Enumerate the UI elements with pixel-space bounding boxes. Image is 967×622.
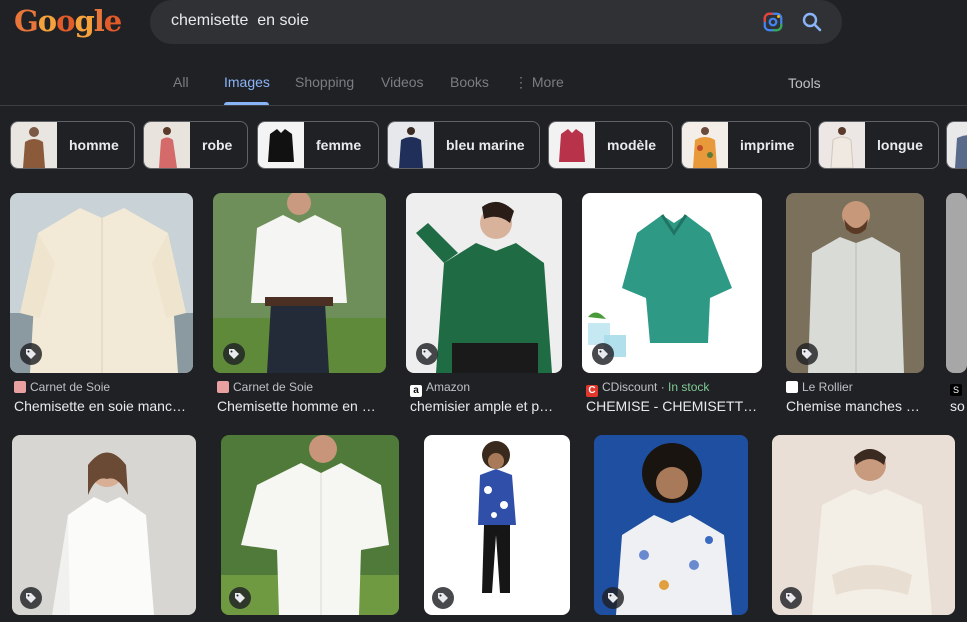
chip-label: homme (69, 137, 119, 153)
stock-status: In stock (668, 380, 710, 394)
chip-thumbnail (682, 122, 728, 168)
source-name: Carnet de Soie (233, 380, 314, 394)
source-favicon-icon: C (586, 385, 598, 397)
result-title[interactable]: Chemise manches … (786, 398, 922, 414)
chip-thumbnail (947, 122, 967, 168)
result-source[interactable]: Le Rollier (786, 380, 853, 394)
chip-robe[interactable]: robe (143, 121, 248, 169)
search-tabs: All Images Shopping Videos Books ⋮ More … (0, 72, 967, 106)
chip-thumbnail (258, 122, 304, 168)
chip-label: imprime (740, 137, 795, 153)
price-tag-icon (416, 343, 438, 365)
chip-femme[interactable]: femme (257, 121, 379, 169)
search-input[interactable]: chemisette en soie (171, 12, 309, 30)
tab-all[interactable]: All (173, 74, 189, 90)
price-tag-icon (20, 587, 42, 609)
chip-label: longue (877, 137, 923, 153)
more-vert-icon: ⋮ (514, 74, 532, 90)
source-name: Le Rollier (802, 380, 853, 394)
result-title[interactable]: chemisier ample et p… (410, 398, 562, 414)
price-tag-icon (229, 587, 251, 609)
source-favicon-icon (217, 381, 229, 393)
google-logo[interactable]: Google (14, 4, 122, 38)
tab-books[interactable]: Books (450, 74, 489, 90)
price-tag-icon (780, 587, 802, 609)
logo-letter: o (56, 4, 75, 38)
chip-thumbnail (819, 122, 865, 168)
result-image[interactable] (221, 435, 399, 615)
chip-longue[interactable]: longue (818, 121, 939, 169)
logo-letter: o (37, 4, 57, 38)
source-favicon-icon (14, 381, 26, 393)
tab-videos[interactable]: Videos (381, 74, 424, 90)
tab-more-label: More (531, 74, 564, 90)
magnifier-icon[interactable] (800, 10, 824, 34)
tab-shopping[interactable]: Shopping (295, 74, 354, 90)
chip-homme[interactable]: homme (10, 121, 135, 169)
tools-button[interactable]: Tools (788, 75, 821, 91)
source-favicon-icon: a (410, 385, 422, 397)
chip-thumbnail (11, 122, 57, 168)
logo-letter: e (103, 4, 122, 38)
source-favicon-icon (786, 381, 798, 393)
source-favicon-icon: S (950, 384, 962, 396)
result-source[interactable]: C CDiscount · In stock (586, 380, 709, 397)
source-name: Amazon (426, 380, 471, 394)
price-tag-icon (20, 343, 42, 365)
result-source[interactable]: S (950, 380, 966, 396)
chip-label: robe (202, 137, 233, 153)
chip-label: bleu marine (446, 137, 525, 153)
active-tab-indicator (224, 102, 269, 105)
chip-more[interactable] (946, 121, 967, 169)
chip-thumbnail (549, 122, 595, 168)
result-source[interactable]: Carnet de Soie (14, 380, 110, 394)
chip-label: modèle (607, 137, 657, 153)
price-tag-icon (592, 343, 614, 365)
logo-letter: l (93, 4, 105, 38)
logo-letter: g (74, 4, 94, 38)
tab-more[interactable]: ⋮ More (514, 74, 564, 91)
chip-thumbnail (144, 122, 190, 168)
result-image[interactable] (946, 193, 967, 373)
price-tag-icon (223, 343, 245, 365)
chip-imprime[interactable]: imprime (681, 121, 811, 169)
logo-letter: G (14, 4, 39, 38)
chip-modele[interactable]: modèle (548, 121, 673, 169)
price-tag-icon (602, 587, 624, 609)
result-title[interactable]: Chemisette en soie manc… (14, 398, 194, 414)
result-title[interactable]: so (950, 398, 967, 414)
source-name: CDiscount (602, 380, 658, 394)
chip-bleu-marine[interactable]: bleu marine (387, 121, 540, 169)
chip-thumbnail (388, 122, 434, 168)
price-tag-icon (796, 343, 818, 365)
price-tag-icon (432, 587, 454, 609)
google-lens-icon[interactable] (762, 11, 784, 33)
result-title[interactable]: Chemisette homme en … (217, 398, 387, 414)
result-image[interactable] (12, 435, 196, 615)
search-box[interactable]: chemisette en soie (150, 0, 842, 44)
tab-images[interactable]: Images (224, 74, 270, 90)
result-source[interactable]: Carnet de Soie (217, 380, 313, 394)
chip-label: femme (316, 137, 362, 153)
source-name: Carnet de Soie (30, 380, 111, 394)
result-title[interactable]: CHEMISE - CHEMISETTE … (586, 398, 762, 414)
result-image[interactable] (772, 435, 955, 615)
result-source[interactable]: a Amazon (410, 380, 470, 397)
